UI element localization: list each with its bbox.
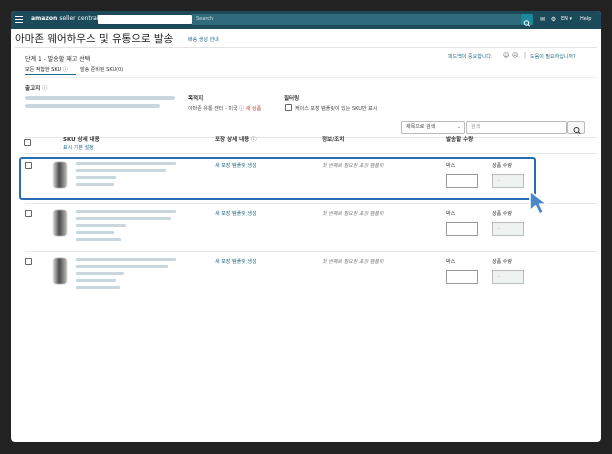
boxes-input[interactable]: [446, 222, 478, 236]
menu-icon[interactable]: [15, 16, 23, 24]
mail-icon[interactable]: ✉: [539, 15, 546, 24]
divider: [25, 77, 597, 78]
info-icon[interactable]: ⓘ: [42, 86, 48, 92]
ship-from-label: 출고지 ⓘ: [25, 84, 48, 92]
product-sku-redacted: [76, 231, 114, 234]
feedback-link[interactable]: 피드백이 중요합니다.: [448, 53, 493, 60]
info-text: 첫 번째로 필요한 포장 템플릿: [322, 259, 384, 265]
table-row: 새 포장 템플릿 생성 첫 번째로 필요한 포장 템플릿 박스 상품 수량 -: [25, 252, 597, 298]
global-search-input[interactable]: Search: [192, 14, 521, 25]
units-label: 상품 수량: [492, 211, 512, 217]
column-header-info: 정보/조치: [322, 137, 345, 143]
product-title-redacted: [76, 224, 126, 227]
separator: |: [524, 52, 527, 59]
display-preferences-link[interactable]: 표시 기본 설정: [63, 144, 94, 151]
product-asin-redacted: [76, 238, 121, 241]
boxes-input[interactable]: [446, 270, 478, 284]
frown-icon[interactable]: ☹: [512, 52, 518, 59]
units-input[interactable]: -: [492, 222, 524, 236]
table-row: 새 포장 템플릿 생성 첫 번째로 필요한 포장 템플릿 박스 상품 수량 -: [25, 204, 597, 250]
sort-dropdown[interactable]: 제목으로 검색 ⌄: [401, 121, 465, 134]
ship-from-address-redacted: [25, 104, 160, 108]
marketplace-selector[interactable]: [98, 15, 192, 24]
filter-option-label: 케이스 포장 템플릿이 있는 SKU만 표시: [295, 106, 378, 112]
top-navigation-bar: amazon seller central Search ✉ ⚙ EN ▾ He…: [11, 11, 601, 29]
sku-search-button[interactable]: [567, 121, 585, 135]
help-needed-link[interactable]: 도움이 필요하십니까?: [530, 53, 576, 60]
row-highlight-frame: [19, 157, 536, 200]
step-heading: 단계 1 - 발송할 재고 선택: [25, 56, 91, 63]
sort-dropdown-value: 제목으로 검색: [406, 124, 436, 130]
page-title: 아마존 웨어하우스 및 유통으로 발송: [15, 33, 174, 45]
search-icon: [573, 127, 581, 135]
select-all-checkbox[interactable]: [24, 139, 31, 146]
divider: [15, 47, 597, 48]
tab-all-skus-label: 모든 적합한 SKU: [25, 67, 62, 73]
info-text: 첫 번째로 필요한 포장 템플릿: [322, 211, 384, 217]
mouse-cursor-icon: [529, 190, 548, 215]
ship-from-address-redacted: [25, 96, 175, 100]
column-header-sku: SKU 상세 내용: [63, 137, 100, 143]
chevron-down-icon: ⌄: [456, 124, 461, 130]
boxes-label: 박스: [446, 211, 456, 217]
language-selector[interactable]: EN ▾: [561, 15, 572, 24]
product-thumbnail: [53, 258, 67, 284]
product-title-redacted: [76, 272, 124, 275]
destination-label: 목적지: [188, 96, 204, 102]
column-header-pack: 포장 상세 내용 ⓘ: [215, 135, 257, 143]
gear-icon[interactable]: ⚙: [550, 15, 557, 24]
destination-value: 아마존 유통 센터 - 미국 ⓘ 새 상품: [188, 105, 261, 112]
app-window: amazon seller central Search ✉ ⚙ EN ▾ He…: [11, 11, 601, 442]
filter-label: 필터링: [284, 96, 300, 102]
global-search-button[interactable]: [521, 14, 533, 27]
active-tab-indicator: [25, 74, 76, 75]
sku-search-input[interactable]: 검색: [466, 121, 567, 134]
brand-sub: seller central: [59, 15, 99, 22]
product-title-redacted: [76, 265, 168, 268]
info-icon[interactable]: ⓘ: [63, 67, 68, 73]
product-title-redacted: [76, 210, 176, 213]
create-pack-template-link[interactable]: 새 포장 템플릿 생성: [215, 210, 257, 217]
filter-checkbox[interactable]: [285, 104, 292, 111]
tab-all-skus[interactable]: 모든 적합한 SKU ⓘ: [25, 66, 68, 73]
brand-logo[interactable]: amazon seller central: [31, 15, 99, 22]
row-checkbox[interactable]: [25, 258, 32, 265]
smile-icon[interactable]: ☺: [503, 52, 509, 59]
new-item-tag: 새 상품: [245, 106, 262, 112]
boxes-label: 박스: [446, 259, 456, 265]
units-label: 상품 수량: [492, 259, 512, 265]
divider: [25, 153, 597, 154]
product-title-redacted: [76, 258, 176, 261]
tab-ready-skus[interactable]: 발송 준비된 SKU(0): [80, 66, 123, 73]
divider: [25, 137, 597, 138]
search-icon: [523, 20, 531, 27]
product-thumbnail: [53, 210, 67, 236]
destination-text: 아마존 유통 센터 - 미국: [188, 106, 238, 112]
column-header-pack-text: 포장 상세 내용: [215, 137, 250, 143]
row-checkbox[interactable]: [25, 210, 32, 217]
column-header-quantity: 발송할 수량: [446, 137, 474, 143]
info-icon[interactable]: ⓘ: [239, 106, 244, 112]
product-asin-redacted: [76, 286, 120, 289]
info-icon[interactable]: ⓘ: [251, 137, 257, 143]
product-sku-redacted: [76, 279, 116, 282]
ship-from-label-text: 출고지: [25, 86, 41, 92]
shipment-guide-link[interactable]: 배송 생성 안내: [188, 36, 219, 43]
brand-name: amazon: [31, 15, 58, 22]
help-link[interactable]: Help: [580, 15, 591, 24]
units-input[interactable]: -: [492, 270, 524, 284]
create-pack-template-link[interactable]: 새 포장 템플릿 생성: [215, 258, 257, 265]
product-title-redacted: [76, 217, 171, 220]
